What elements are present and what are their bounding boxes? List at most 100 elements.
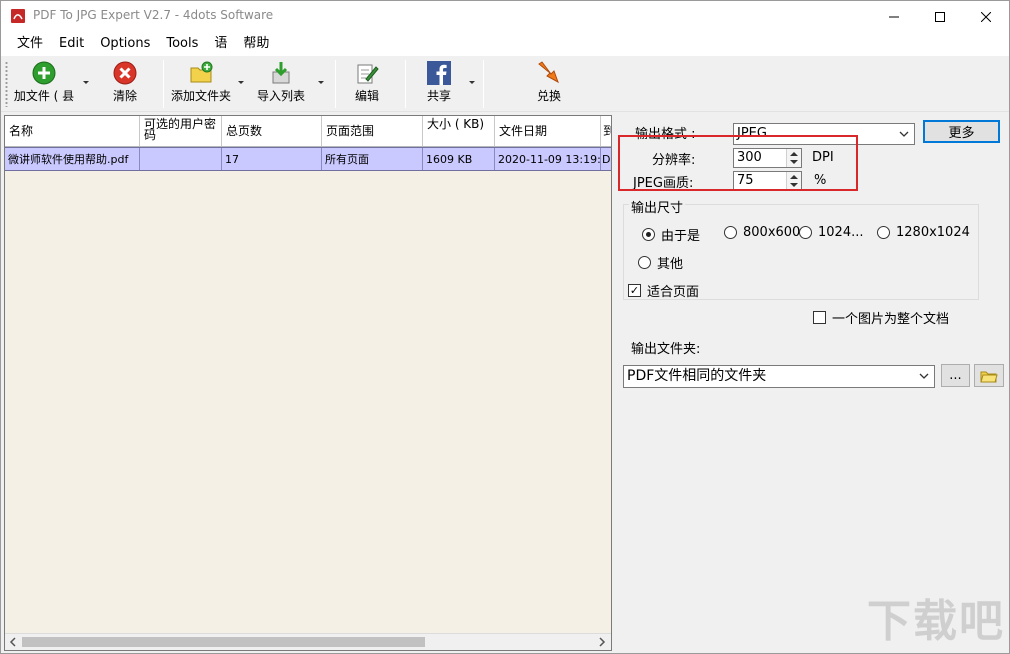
share-label: 共享 [426, 89, 451, 103]
cell-range[interactable]: 所有页面 [322, 148, 423, 170]
convert-button[interactable]: 兑换 [529, 58, 569, 110]
menu-language[interactable]: 语 [206, 33, 235, 55]
cell-extra: D [602, 152, 611, 166]
menu-edit[interactable]: Edit [51, 33, 92, 55]
edit-pencil-icon [357, 64, 379, 84]
convert-arrow-icon [538, 61, 559, 84]
horizontal-scrollbar[interactable] [5, 633, 611, 650]
add-folder-button[interactable]: 添加文件夹 [169, 58, 233, 110]
scroll-left-icon[interactable] [8, 637, 18, 647]
menu-help[interactable]: 帮助 [235, 33, 277, 55]
column-header-date[interactable]: 文件日期 [495, 116, 601, 146]
radio-icon [877, 226, 890, 239]
size-option-1280x1024[interactable]: 1280x1024 [877, 225, 970, 240]
maximize-button[interactable] [917, 1, 963, 32]
menu-options[interactable]: Options [92, 33, 158, 55]
column-header-pages[interactable]: 总页数 [222, 116, 322, 146]
pdf-app-icon [11, 9, 25, 23]
more-button[interactable]: 更多 [923, 120, 1000, 143]
cell-password[interactable] [140, 148, 222, 170]
close-icon [981, 11, 991, 22]
clear-label: 清除 [112, 89, 137, 103]
size-option-1280x1024-label: 1280x1024 [896, 225, 970, 240]
menu-file[interactable]: 文件 [9, 33, 51, 55]
radio-icon [638, 256, 651, 269]
radio-icon [799, 226, 812, 239]
close-button[interactable] [963, 1, 1009, 32]
one-image-per-document-checkbox[interactable]: 一个图片为整个文档 [813, 308, 949, 327]
size-option-1024[interactable]: 1024... [799, 225, 863, 240]
size-option-1024-label: 1024... [818, 225, 864, 240]
browse-folder-button[interactable]: ... [941, 364, 970, 387]
radio-selected-icon [642, 228, 655, 241]
toolbar-separator [335, 60, 336, 108]
import-list-icon [272, 62, 290, 84]
chevron-down-icon [897, 124, 911, 144]
size-option-other-label: 其他 [657, 257, 684, 272]
one-image-per-document-label: 一个图片为整个文档 [832, 312, 950, 327]
add-folder-label: 添加文件夹 [170, 89, 231, 103]
clear-red-icon [113, 61, 137, 85]
table-row[interactable]: 微讲师软件使用帮助.pdf 17 所有页面 1609 KB 2020-11-09… [5, 147, 611, 171]
app-window: PDF To JPG Expert V2.7 - 4dots Software … [0, 0, 1010, 654]
output-size-label: 输出尺寸 [629, 197, 686, 216]
size-option-as-is[interactable]: 由于是 [642, 225, 700, 244]
add-green-icon [32, 61, 56, 85]
edit-label: 编辑 [354, 89, 379, 103]
more-button-label: 更多 [948, 126, 975, 141]
window-title: PDF To JPG Expert V2.7 - 4dots Software [33, 8, 274, 22]
open-folder-button[interactable] [974, 364, 1004, 387]
folder-add-icon [190, 61, 213, 83]
size-option-as-is-label: 由于是 [661, 229, 701, 244]
size-option-800x600[interactable]: 800x600 [724, 225, 800, 240]
cell-size: 1609 KB [423, 148, 495, 170]
cell-pages: 17 [222, 148, 322, 170]
fit-page-label: 适合页面 [647, 285, 700, 300]
scrollbar-thumb[interactable] [22, 637, 425, 647]
add-folder-dropdown-icon[interactable] [237, 80, 245, 86]
fit-page-checkbox[interactable]: ✓ 适合页面 [628, 281, 699, 300]
share-dropdown-icon[interactable] [468, 80, 476, 86]
menu-tools[interactable]: Tools [158, 33, 206, 55]
toolbar-separator [405, 60, 406, 108]
clear-button[interactable]: 清除 [105, 58, 145, 110]
maximize-icon [935, 11, 945, 22]
folder-icon [980, 371, 998, 382]
column-header-size[interactable]: 大小 ( KB) [423, 116, 495, 146]
column-header-extra[interactable]: 到 [601, 116, 611, 146]
minimize-button[interactable] [871, 1, 917, 32]
browse-folder-label: ... [949, 368, 962, 383]
watermark-logo: 下载吧 [867, 596, 1005, 647]
checkbox-checked-icon: ✓ [628, 284, 641, 297]
menu-bar: 文件 Edit Options Tools 语 帮助 [1, 32, 1009, 56]
minimize-icon [889, 16, 899, 17]
toolbar-separator [163, 60, 164, 108]
add-file-label: 加文件 ( 县 [13, 89, 75, 103]
cell-name: 微讲师软件使用帮助.pdf [5, 148, 140, 170]
output-folder-value: PDF文件相同的文件夹 [627, 368, 767, 384]
column-header-name[interactable]: 名称 [5, 116, 140, 146]
share-button[interactable]: 共享 [419, 58, 459, 110]
checkbox-icon [813, 311, 826, 324]
toolbar-grip [5, 61, 8, 107]
output-folder-select[interactable]: PDF文件相同的文件夹 [623, 365, 935, 388]
column-header-range[interactable]: 页面范围 [322, 116, 423, 146]
grid-header: 名称 可选的用户密码 总页数 页面范围 大小 ( KB) 文件日期 到 [5, 116, 611, 147]
cell-date: 2020-11-09 13:19:03 [495, 148, 601, 170]
edit-button[interactable]: 编辑 [347, 58, 387, 110]
import-list-button[interactable]: 导入列表 [253, 58, 309, 110]
facebook-icon [427, 61, 451, 85]
size-option-other[interactable]: 其他 [638, 253, 683, 272]
convert-label: 兑换 [536, 89, 561, 103]
title-bar: PDF To JPG Expert V2.7 - 4dots Software [1, 1, 1009, 32]
import-list-dropdown-icon[interactable] [317, 80, 325, 86]
scroll-right-icon[interactable] [597, 637, 607, 647]
column-header-password[interactable]: 可选的用户密码 [140, 116, 222, 146]
red-highlight-box [618, 135, 858, 191]
size-option-800x600-label: 800x600 [743, 225, 801, 240]
add-file-dropdown-icon[interactable] [82, 80, 90, 86]
toolbar: 加文件 ( 县 清除 添加文件夹 导入列表 编辑 共享 兑换 [1, 56, 1009, 112]
file-list-grid[interactable]: 名称 可选的用户密码 总页数 页面范围 大小 ( KB) 文件日期 到 微讲师软… [4, 115, 612, 651]
toolbar-separator [483, 60, 484, 108]
add-file-button[interactable]: 加文件 ( 县 [11, 58, 77, 110]
